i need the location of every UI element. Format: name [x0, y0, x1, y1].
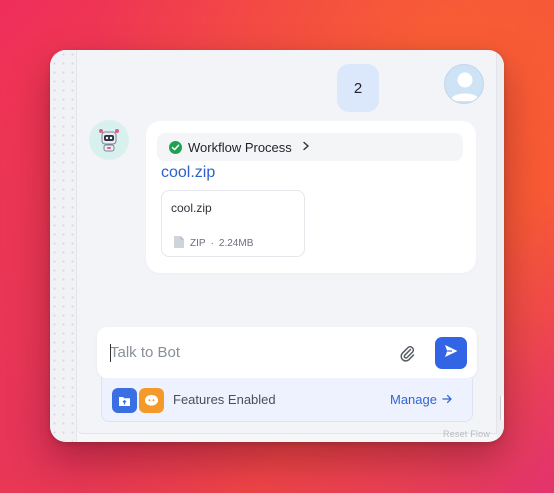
file-download-link[interactable]: cool.zip — [161, 164, 215, 182]
arrow-right-icon — [442, 392, 452, 407]
manage-features-link[interactable]: Manage — [390, 392, 452, 407]
file-attachment-card[interactable]: cool.zip ZIP · 2.24MB — [161, 190, 305, 257]
reset-flow-label[interactable]: Reset Flow — [443, 429, 490, 439]
user-message-text: 2 — [353, 79, 363, 97]
send-icon — [443, 343, 459, 364]
folder-upload-icon — [112, 388, 137, 413]
file-meta: ZIP · 2.24MB — [173, 235, 253, 252]
user-message-bubble: 2 — [337, 64, 379, 112]
check-circle-icon — [169, 140, 182, 154]
canvas-dot-grid — [50, 50, 77, 442]
resize-handle[interactable] — [500, 396, 504, 420]
robot-icon — [89, 120, 129, 160]
quote-icon — [139, 388, 164, 413]
text-caret — [110, 344, 111, 362]
features-bar: Features Enabled Manage — [101, 378, 473, 422]
right-panel-edge — [497, 50, 504, 442]
bot-message-card: Workflow Process cool.zip cool.zip ZIP ·… — [146, 121, 476, 273]
features-enabled-label: Features Enabled — [173, 392, 276, 407]
chevron-right-icon — [302, 141, 310, 153]
file-icon — [173, 235, 185, 252]
send-button[interactable] — [435, 337, 467, 369]
workflow-label: Workflow Process — [188, 139, 292, 155]
file-name: cool.zip — [171, 201, 212, 215]
workflow-process-toggle[interactable]: Workflow Process — [157, 133, 463, 161]
manage-label: Manage — [390, 392, 437, 407]
user-avatar-icon — [444, 64, 484, 104]
file-meta-separator: · — [210, 238, 214, 249]
paperclip-icon[interactable] — [397, 343, 417, 363]
chat-input[interactable] — [110, 327, 380, 378]
message-composer — [97, 327, 477, 378]
file-type: ZIP — [190, 238, 206, 249]
file-size: 2.24MB — [218, 238, 254, 249]
